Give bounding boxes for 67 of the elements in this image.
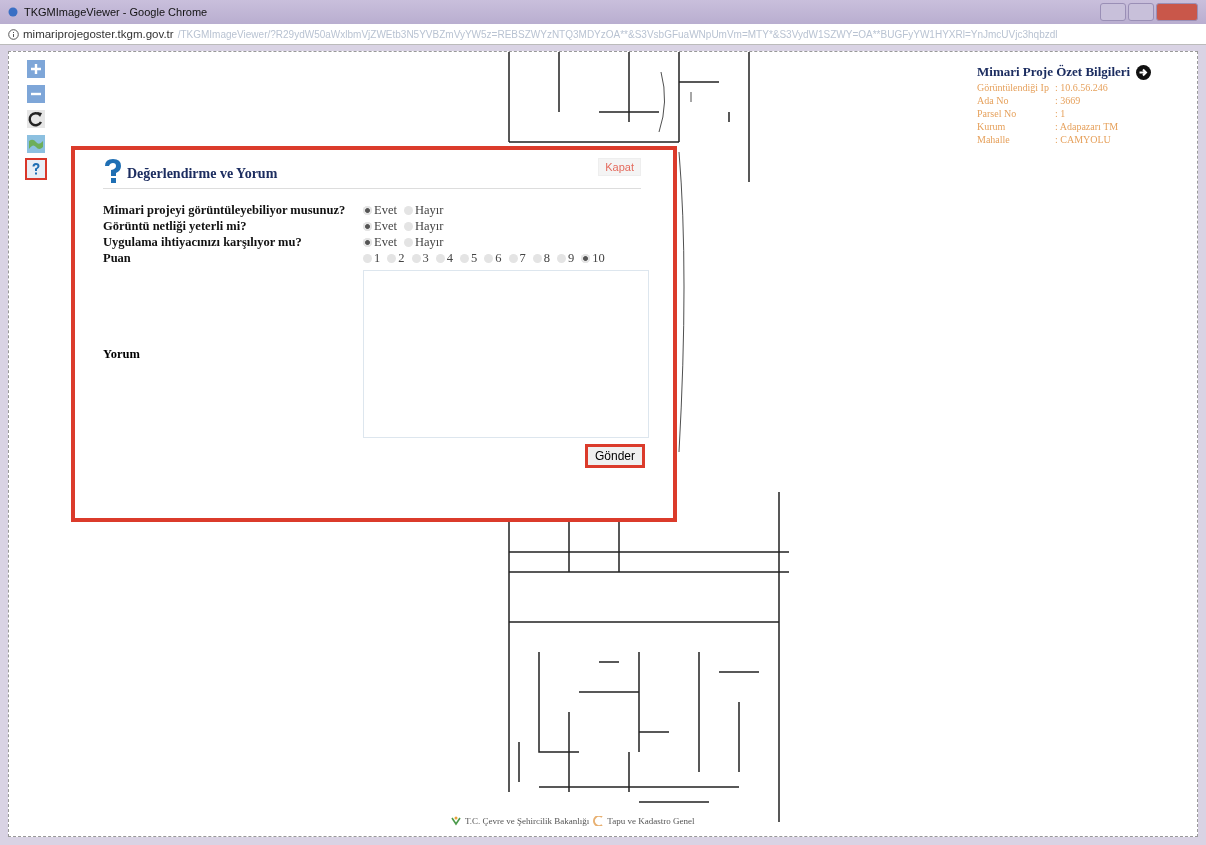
- radio-button[interactable]: [508, 254, 518, 263]
- option-label: Hayır: [414, 219, 444, 234]
- option-label: Hayır: [414, 235, 444, 250]
- radio-button[interactable]: [387, 254, 397, 263]
- footer-text: T.C. Çevre ve Şehircilik Bakanlığı: [465, 815, 590, 828]
- option-label: 10: [592, 251, 605, 266]
- arrow-right-icon[interactable]: [1136, 64, 1152, 80]
- rotate-button[interactable]: [25, 108, 47, 130]
- option-label: 9: [568, 251, 575, 266]
- option-label: Hayır: [414, 203, 444, 218]
- footer-text: Tapu ve Kadastro Genel: [607, 815, 695, 828]
- radio-button[interactable]: [403, 206, 413, 215]
- option-label: Evet: [374, 219, 397, 234]
- radio-button[interactable]: [363, 206, 372, 215]
- minimize-button[interactable]: [1100, 3, 1126, 21]
- radio-button[interactable]: [363, 238, 372, 247]
- comment-label: Yorum: [103, 346, 141, 362]
- question-label: Görüntü netliği yeterli mi?: [103, 219, 248, 234]
- option-label: Evet: [374, 203, 397, 218]
- option-label: 6: [495, 251, 502, 266]
- radio-button[interactable]: [363, 254, 372, 263]
- option-label: 3: [422, 251, 429, 266]
- question-mark-icon: [103, 158, 123, 184]
- field-value: : CAMYOLU: [1055, 134, 1112, 145]
- field-value: : 1: [1055, 108, 1067, 119]
- question-label: Mimari projeyi görüntüleyebiliyor musunuz?: [103, 203, 347, 218]
- field-label: Ada No: [977, 95, 1010, 106]
- option-label: Evet: [374, 235, 397, 250]
- field-label: Kurum: [977, 121, 1007, 132]
- dialog-title: Değerlendirme ve Yorum: [127, 166, 278, 183]
- info-icon: [8, 28, 19, 40]
- field-value: : 3669: [1055, 95, 1082, 106]
- field-label: Parsel No: [977, 108, 1018, 119]
- option-label: 2: [398, 251, 405, 266]
- radio-button[interactable]: [435, 254, 445, 263]
- comment-field[interactable]: [363, 270, 649, 438]
- panel-title: Mimari Proje Özet Bilgileri: [977, 64, 1131, 80]
- close-button[interactable]: [1156, 3, 1198, 21]
- cadastre-logo-icon: [593, 816, 604, 826]
- field-label: Mahalle: [977, 134, 1011, 145]
- option-label: 5: [471, 251, 478, 266]
- radio-button[interactable]: [581, 254, 591, 263]
- radio-button[interactable]: [484, 254, 494, 263]
- window-title: TKGMImageViewer - Google Chrome: [24, 6, 208, 18]
- browser-icon: [8, 7, 18, 17]
- address-bar[interactable]: mimariprojegoster.tkgm.gov.tr /TKGMImageViewer/?R29ydW50aWxlbmVjZWEtb3N5YVBZmVyYW5z=REBSZWYzNTQ3MDYzOA**&S3VsbGFuaWNpUmVm=MTY*&S3VydW1SZWY=OA**BUGFyYW1HYXRl=YnJmcUVjc3hqbzdl: [0, 24, 1206, 45]
- field-label: Görüntülendiği Ip: [977, 82, 1050, 93]
- field-value: : 10.6.56.246: [1055, 82, 1109, 93]
- ministry-logo-icon: [451, 816, 461, 826]
- radio-button[interactable]: [403, 238, 413, 247]
- radio-button[interactable]: [532, 254, 542, 263]
- radio-button[interactable]: [557, 254, 566, 263]
- question-label: Puan: [103, 251, 132, 266]
- zoom-in-button[interactable]: [25, 58, 47, 80]
- maximize-button[interactable]: [1128, 3, 1154, 21]
- option-label: 1: [374, 251, 381, 266]
- option-label: 4: [446, 251, 453, 266]
- option-label: 7: [519, 251, 526, 266]
- question-label: Uygulama ihtiyacınızı karşılıyor mu?: [103, 235, 303, 250]
- radio-button[interactable]: [411, 254, 421, 263]
- radio-button[interactable]: [460, 254, 469, 263]
- radio-button[interactable]: [403, 222, 413, 231]
- option-label: 8: [543, 251, 550, 266]
- field-value: : Adapazarı TM: [1055, 121, 1120, 132]
- help-button[interactable]: [25, 158, 47, 180]
- submit-button[interactable]: Gönder: [584, 444, 645, 468]
- radio-button[interactable]: [363, 222, 372, 231]
